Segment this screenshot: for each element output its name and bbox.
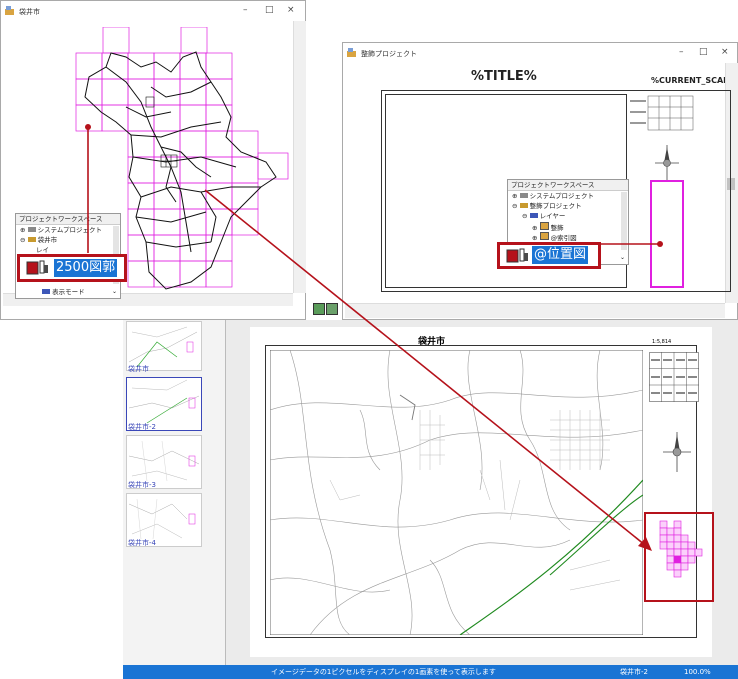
layer-badge-label: @位置図	[532, 246, 589, 264]
thumbnail-2-label: 袋井市-2	[128, 423, 156, 431]
status-zoom: 100.0%	[684, 668, 711, 676]
close-icon[interactable]: ×	[721, 47, 729, 57]
tree-item-layer[interactable]: ⊖ レイヤー	[522, 212, 565, 221]
status-bar: イメージデータの1ピクセルをディスプレイの1画素を使って表示します 袋井市-2 …	[123, 665, 738, 679]
map-sheet-scale: 1:5,814	[652, 339, 672, 345]
sheet-index-grid	[649, 352, 699, 402]
right-window-title: 整飾プロジェクト	[361, 50, 417, 58]
main-map-drawing	[270, 350, 643, 635]
tree-item-index-map[interactable]: ⊕ @索引図	[532, 232, 577, 242]
app-icon	[347, 48, 356, 57]
folder-icon	[42, 289, 50, 294]
layer-icon	[539, 232, 549, 240]
left-window-titlebar[interactable]: 袋井市 – □ ×	[1, 1, 305, 21]
folder-icon	[27, 227, 36, 232]
right-window: 整飾プロジェクト – □ × %TITLE% %CURRENT_SCAL プロジ…	[342, 42, 738, 320]
minimize-icon[interactable]: –	[243, 5, 248, 15]
tree-item-system-project[interactable]: ⊕ システムプロジェクト	[512, 192, 594, 201]
minimize-icon[interactable]: –	[679, 47, 684, 57]
thumbnail-3-label: 袋井市-3	[128, 481, 156, 489]
layer-badge-2500: 2500図郭	[17, 254, 127, 282]
right-workspace-scrollbar[interactable]	[621, 192, 627, 250]
tree-item-project[interactable]: ⊖ 袋井市	[20, 236, 57, 245]
right-window-titlebar[interactable]: 整飾プロジェクト – □ ×	[343, 43, 737, 63]
close-icon[interactable]: ×	[287, 5, 295, 15]
dropdown-chevron-icon[interactable]: ⌄	[620, 254, 625, 261]
layer-badge-location: @位置図	[497, 242, 601, 269]
left-window-title: 袋井市	[19, 8, 40, 16]
layer-icon	[506, 248, 528, 263]
tree-item-decoration-project[interactable]: ⊖ 整飾プロジェクト	[512, 202, 582, 211]
status-doc: 袋井市-2	[620, 668, 648, 676]
layer-icon	[539, 222, 549, 230]
template-index-grid	[630, 95, 694, 131]
thumbnail-4-label: 袋井市-4	[128, 539, 156, 547]
north-arrow-icon	[663, 432, 691, 472]
left-window: 袋井市 – □ × プロジェクトワークスペース ⊕ システムプロジェクト ⊖ 袋…	[0, 0, 306, 320]
map-sheet-title: 袋井市	[418, 337, 446, 347]
right-hscrollbar[interactable]	[345, 303, 725, 318]
toolbar-icon-2[interactable]	[326, 303, 338, 315]
layer-icon	[26, 260, 48, 275]
status-message: イメージデータの1ピクセルをディスプレイの1画素を使って表示します	[271, 668, 496, 676]
folder-icon	[519, 193, 528, 198]
tree-item-display-mode[interactable]: 表示モード	[42, 288, 85, 297]
tree-item-decoration[interactable]: ⊕ 整飾	[532, 222, 564, 232]
sheet-template-scale: %CURRENT_SCAL	[651, 76, 725, 85]
folder-icon	[27, 237, 36, 242]
thumbnail-1-label: 袋井市	[128, 365, 149, 373]
sheet-template-title: %TITLE%	[471, 69, 537, 84]
layer-badge-label: 2500図郭	[54, 259, 118, 277]
maximize-icon[interactable]: □	[265, 5, 274, 15]
location-map-placeholder	[650, 180, 684, 288]
toolbar-icon-1[interactable]	[313, 303, 325, 315]
right-workspace-header: プロジェクトワークスペース	[508, 180, 628, 191]
dropdown-chevron-icon[interactable]: ⌄	[112, 288, 117, 295]
maximize-icon[interactable]: □	[699, 47, 708, 57]
folder-icon	[529, 213, 538, 218]
left-workspace-header: プロジェクトワークスペース	[16, 214, 120, 225]
app-icon	[5, 6, 14, 15]
location-map-highlight	[644, 512, 714, 602]
tree-item-system-project[interactable]: ⊕ システムプロジェクト	[20, 226, 102, 235]
folder-icon	[519, 203, 528, 208]
north-arrow-icon	[655, 145, 679, 181]
